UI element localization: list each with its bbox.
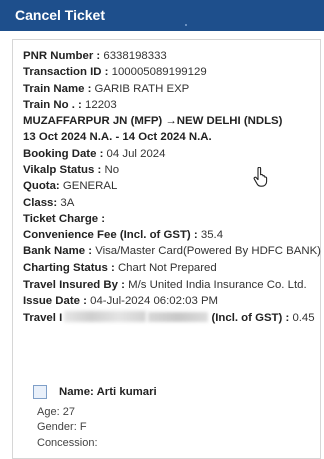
charting-row: Charting Status : Chart Not Prepared [23, 261, 321, 276]
passenger-name-label: Name: [59, 386, 94, 398]
redacted-text-2 [148, 311, 209, 322]
gender-label: Gender: [37, 421, 77, 434]
transaction-row: Transaction ID : 100005089199129 [23, 65, 321, 80]
class-label: Class: [23, 196, 58, 209]
booking-date-value: 04 Jul 2024 [106, 147, 166, 160]
header-divider-dot [185, 24, 187, 26]
convenience-fee-row: Convenience Fee (Incl. of GST) : 35.4 [23, 228, 321, 243]
issue-date-label: Issue Date : [23, 295, 87, 308]
ticket-details: PNR Number : 6338198333 Transaction ID :… [23, 49, 321, 327]
pnr-label: PNR Number : [23, 50, 101, 62]
quota-row: Quota: GENERAL [23, 179, 321, 194]
train-name-value: GARIB RATH EXP [94, 82, 190, 95]
travel-insurance-suffix: (Incl. of GST) : [211, 311, 290, 324]
issue-date-row: Issue Date : 04-Jul-2024 06:02:03 PM [23, 294, 321, 309]
bank-label: Bank Name : [23, 245, 93, 258]
pnr-value: 6338198333 [103, 50, 167, 62]
header-bar: Cancel Ticket [0, 0, 324, 31]
insured-by-value: M/s United India Insurance Co. Ltd. [128, 278, 307, 291]
convenience-fee-value: 35.4 [200, 229, 224, 242]
booking-date-row: Booking Date : 04 Jul 2024 [23, 147, 321, 162]
passenger-name: Name: Arti kumari [59, 386, 157, 398]
passenger-name-value: Arti kumari [96, 386, 157, 398]
train-name-row: Train Name : GARIB RATH EXP [23, 82, 321, 97]
passenger-gender: Gender: F [33, 420, 303, 435]
ticket-charge-label: Ticket Charge : [23, 212, 106, 225]
quota-value: GENERAL [62, 180, 118, 193]
booking-date-label: Booking Date : [23, 147, 104, 160]
transaction-value: 100005089199129 [111, 66, 207, 79]
insured-by-row: Travel Insured By : M/s United India Ins… [23, 278, 321, 293]
convenience-fee-label: Convenience Fee (Incl. of GST) : [23, 229, 198, 242]
passenger-section: Name: Arti kumari Age: 27 Gender: F Conc… [33, 383, 303, 451]
transaction-label: Transaction ID : [23, 66, 109, 79]
travel-insurance-label: Travel I [23, 311, 63, 324]
gender-value: F [79, 421, 87, 434]
passenger-concession: Concession: [33, 436, 303, 451]
bank-value: Visa/Master Card(Powered By HDFC BANK) [95, 245, 321, 258]
insured-by-label: Travel Insured By : [23, 278, 125, 291]
page-title: Cancel Ticket [15, 7, 106, 23]
vikalp-value: No [104, 163, 120, 176]
vikalp-label: Vikalp Status : [23, 163, 102, 176]
charting-label: Charting Status : [23, 262, 115, 275]
class-value: 3A [60, 196, 75, 209]
train-no-value: 12203 [85, 98, 117, 111]
checkbox-icon[interactable] [33, 385, 47, 399]
ticket-charge-row: Ticket Charge : [23, 212, 321, 227]
age-label: Age: [37, 406, 60, 418]
train-no-label: Train No . : [23, 98, 82, 111]
quota-label: Quota: [23, 180, 60, 193]
travel-insurance-value: 0.45 [292, 311, 315, 324]
bank-row: Bank Name : Visa/Master Card(Powered By … [23, 244, 321, 259]
issue-date-value: 04-Jul-2024 06:02:03 PM [90, 295, 219, 308]
route-row: MUZAFFARPUR JN (MFP) →NEW DELHI (NDLS) [23, 115, 283, 128]
pnr-row: PNR Number : 6338198333 [23, 49, 321, 64]
passenger-age: Age: 27 [33, 405, 303, 420]
concession-label: Concession: [37, 436, 98, 449]
train-no-row: Train No . : 12203 [23, 98, 321, 113]
vikalp-row: Vikalp Status : No [23, 163, 321, 178]
charting-value: Chart Not Prepared [117, 262, 217, 275]
passenger-header: Name: Arti kumari [33, 383, 303, 401]
class-row: Class: 3A [23, 196, 321, 211]
train-name-label: Train Name : [23, 82, 92, 95]
age-value: 27 [62, 406, 75, 418]
journey-dates-row: 13 Oct 2024 N.A. - 14 Oct 2024 N.A. [23, 131, 212, 144]
redacted-text [64, 310, 147, 322]
travel-insurance-row: Travel I (Incl. of GST) : 0.45 [23, 310, 321, 326]
hand-pointer-icon [253, 167, 268, 187]
